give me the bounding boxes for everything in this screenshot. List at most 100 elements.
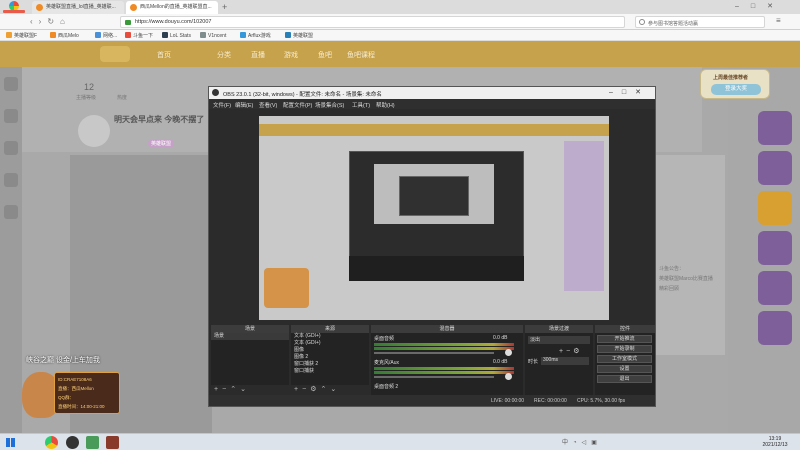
url-field[interactable]: https://www.douyu.com/102007 xyxy=(120,16,625,28)
chrome-icon[interactable] xyxy=(45,436,58,449)
browser-logo-label xyxy=(3,10,25,13)
maximize-icon[interactable]: □ xyxy=(751,3,767,10)
tab-mellon-stream[interactable]: 西瓜Mellon的直播_英雄联盟直... xyxy=(126,1,218,14)
tab-lol-directory[interactable]: 英雄联盟直播_lol直播_英雄联... xyxy=(32,1,124,14)
search-box[interactable]: 参与图书馆答题活动赢 xyxy=(635,16,765,28)
app-icon[interactable] xyxy=(106,436,119,449)
move-up-icon[interactable]: ⌃ xyxy=(320,386,330,393)
settings-button[interactable]: 设置 xyxy=(597,365,652,373)
add-icon[interactable]: + xyxy=(294,386,302,393)
bookmark-item[interactable]: LoL Stats xyxy=(162,32,191,39)
menu-icon[interactable]: ≡ xyxy=(776,16,781,25)
sidebar-item[interactable] xyxy=(4,205,18,219)
nav-yuba[interactable]: 鱼吧 xyxy=(318,50,332,60)
address-bar-row: ‹›↻⌂ https://www.douyu.com/102007 参与图书馆答… xyxy=(0,14,800,30)
network-icon[interactable]: ◔ xyxy=(573,440,582,446)
obs-title: OBS 23.0.1 (32-bit, windows) - 配置文件: 未命名… xyxy=(223,92,382,98)
exit-button[interactable]: 退出 xyxy=(597,375,652,383)
activity-banner[interactable] xyxy=(758,271,792,305)
volume-slider[interactable] xyxy=(374,376,494,378)
nav-live[interactable]: 直播 xyxy=(251,50,265,60)
remove-icon[interactable]: − xyxy=(302,386,310,393)
menu-file[interactable]: 文件(F) xyxy=(213,101,231,109)
sidebar-item[interactable] xyxy=(4,77,18,91)
back-icon[interactable]: ‹ xyxy=(30,17,39,26)
bookmark-item[interactable]: 英雄联盟 xyxy=(285,32,313,39)
volume-icon[interactable]: ◁ xyxy=(582,440,592,446)
dock-title: 场景 xyxy=(211,325,289,333)
scene-item[interactable]: 场景 xyxy=(211,333,289,340)
menu-profile[interactable]: 配置文件(P) xyxy=(283,101,312,109)
menu-help[interactable]: 帮助(H) xyxy=(376,101,395,109)
close-icon[interactable]: ✕ xyxy=(767,3,785,10)
notification-icon[interactable]: ▣ xyxy=(591,440,602,446)
menu-edit[interactable]: 编辑(E) xyxy=(235,101,253,109)
browser-logo[interactable] xyxy=(3,1,25,13)
sidebar-item[interactable] xyxy=(4,141,18,155)
mute-icon[interactable] xyxy=(505,373,512,380)
activity-banner[interactable] xyxy=(758,111,792,145)
start-icon[interactable] xyxy=(6,438,15,447)
bookmark-item[interactable]: 西瓜Melo xyxy=(50,32,79,39)
start-recording-button[interactable]: 开始录制 xyxy=(597,345,652,353)
activity-rail xyxy=(728,67,800,433)
new-tab-icon[interactable]: + xyxy=(222,2,227,12)
bookmark-item[interactable]: V1ncent xyxy=(200,32,226,39)
minimize-icon[interactable]: – xyxy=(609,89,622,96)
start-streaming-button[interactable]: 开始推流 xyxy=(597,335,652,343)
gear-icon[interactable]: ⚙ xyxy=(310,386,320,393)
menu-tools[interactable]: 工具(T) xyxy=(352,101,370,109)
activity-banner[interactable] xyxy=(758,191,792,225)
move-down-icon[interactable]: ⌄ xyxy=(330,386,340,393)
move-up-icon[interactable]: ⌃ xyxy=(230,386,240,393)
bookmark-item[interactable]: Arflux游戏 xyxy=(240,32,271,39)
bookmark-item[interactable]: 网络... xyxy=(95,32,117,39)
obs-title-bar: OBS 23.0.1 (32-bit, windows) - 配置文件: 未命名… xyxy=(209,87,655,99)
volume-slider[interactable] xyxy=(374,352,494,354)
source-item[interactable]: 图像 2 xyxy=(291,354,369,361)
sidebar-item[interactable] xyxy=(4,109,18,123)
nav-home[interactable]: 首页 xyxy=(157,50,171,60)
app-icon[interactable] xyxy=(86,436,99,449)
activity-banner[interactable] xyxy=(758,151,792,185)
sidebar-item[interactable] xyxy=(4,173,18,187)
streamer-avatar[interactable] xyxy=(78,115,110,147)
move-down-icon[interactable]: ⌄ xyxy=(240,386,250,393)
home-icon[interactable]: ⌂ xyxy=(60,17,71,26)
source-item[interactable]: 窗口捕获 2 xyxy=(291,361,369,368)
source-item[interactable]: 图像 xyxy=(291,347,369,354)
nav-game[interactable]: 游戏 xyxy=(284,50,298,60)
bookmark-item[interactable]: 英雄联盟F xyxy=(6,32,37,39)
gear-icon[interactable]: ⚙ xyxy=(573,348,582,355)
room-tag[interactable]: 英雄联盟 xyxy=(148,139,175,148)
close-icon[interactable]: ✕ xyxy=(635,89,650,96)
menu-view[interactable]: 查看(V) xyxy=(259,101,277,109)
obs-taskbar-icon[interactable] xyxy=(66,436,79,449)
nav-yuba-course[interactable]: 鱼吧课程 xyxy=(347,50,375,60)
transition-select[interactable]: 淡出 xyxy=(528,336,590,344)
add-icon[interactable]: + xyxy=(214,386,222,393)
reload-icon[interactable]: ↻ xyxy=(47,17,60,26)
remove-icon[interactable]: − xyxy=(222,386,230,393)
live-timer: LIVE: 00:00:00 xyxy=(491,398,525,404)
menu-scene-collection[interactable]: 场景集合(S) xyxy=(315,101,344,109)
activity-banner[interactable] xyxy=(758,311,792,345)
nav-category[interactable]: 分类 xyxy=(217,50,231,60)
maximize-icon[interactable]: □ xyxy=(622,89,635,96)
obs-preview[interactable] xyxy=(259,116,609,320)
mute-icon[interactable] xyxy=(505,349,512,356)
activity-banner[interactable] xyxy=(758,231,792,265)
bookmark-item[interactable]: 斗鱼一下 xyxy=(125,32,153,39)
minimize-icon[interactable]: – xyxy=(735,3,751,10)
promo-button[interactable]: 登录大奖 xyxy=(711,84,761,95)
source-item[interactable]: 文本 (GDI+) xyxy=(291,333,369,340)
source-item[interactable]: 窗口捕获 xyxy=(291,368,369,375)
ime-icon[interactable]: 中 xyxy=(562,440,573,446)
duration-field[interactable]: 300ms xyxy=(541,357,589,365)
douyu-logo[interactable] xyxy=(100,46,130,62)
studio-mode-button[interactable]: 工作室模式 xyxy=(597,355,652,363)
bookmark-icon xyxy=(95,32,101,38)
taskbar-clock[interactable]: 13:19 2021/12/13 xyxy=(755,436,795,448)
source-item[interactable]: 文本 (GDI+) xyxy=(291,340,369,347)
lock-icon xyxy=(125,20,131,25)
